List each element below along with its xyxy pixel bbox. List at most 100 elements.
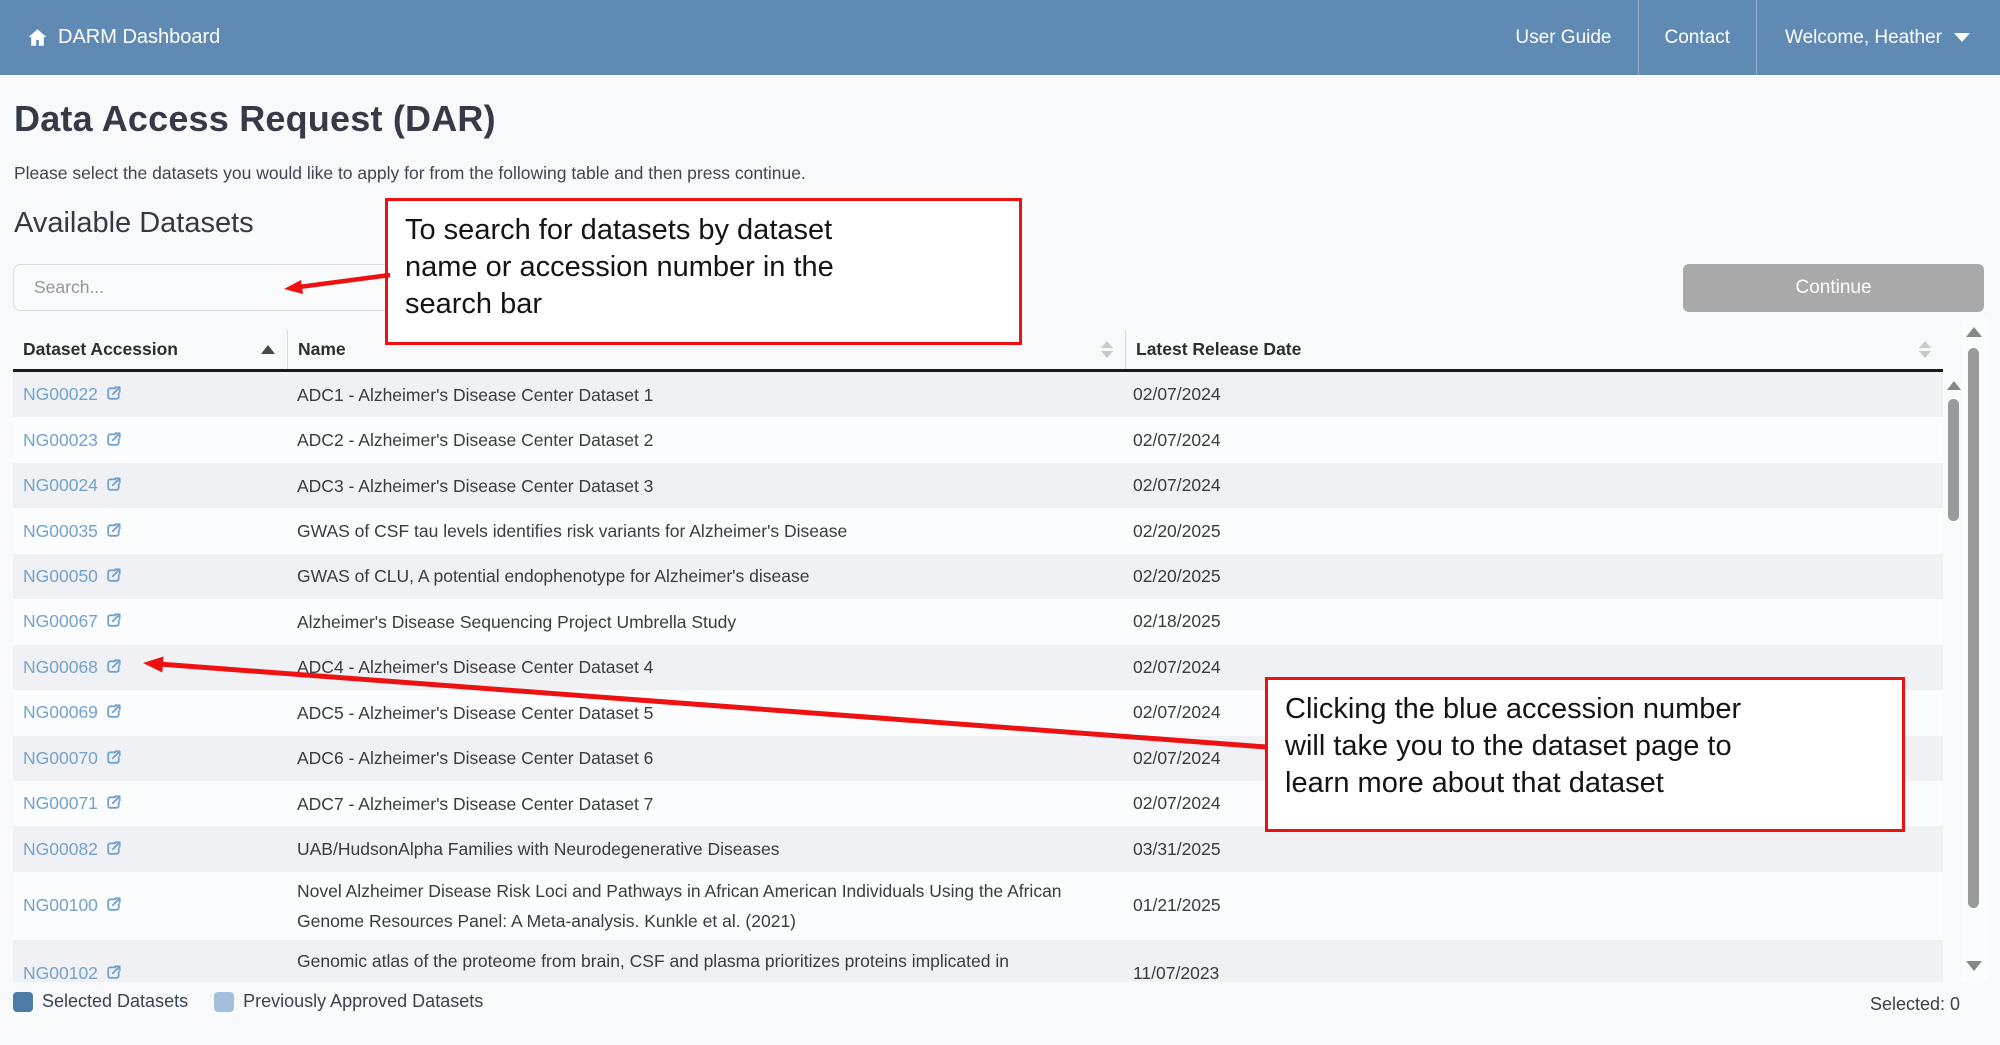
accession-label: NG00024 [23, 475, 98, 496]
dataset-name: ADC6 - Alzheimer's Disease Center Datase… [287, 743, 1125, 773]
table-scroll-up-icon[interactable] [1947, 381, 1961, 390]
selected-count: Selected: 0 [1870, 994, 1960, 1015]
accession-label: NG00023 [23, 430, 98, 451]
accession-link[interactable]: NG00050 [23, 566, 122, 587]
annotation-line: name or accession number in the [405, 249, 1002, 286]
sort-icon [1101, 341, 1113, 358]
external-link-icon [105, 840, 122, 857]
top-navbar: DARM Dashboard User Guide Contact Welcom… [0, 0, 2000, 75]
accession-link[interactable]: NG00024 [23, 475, 122, 496]
external-link-icon [105, 385, 122, 402]
external-link-icon [105, 567, 122, 584]
accession-link[interactable]: NG00100 [23, 895, 122, 916]
release-date: 02/07/2024 [1125, 657, 1943, 678]
release-date: 11/07/2023 [1125, 963, 1943, 982]
accession-label: NG00100 [23, 895, 98, 916]
external-link-icon [105, 703, 122, 720]
accession-label: NG00082 [23, 839, 98, 860]
annotation-line: search bar [405, 286, 1002, 323]
legend-label: Selected Datasets [42, 991, 188, 1012]
annotation-line: Clicking the blue accession number [1285, 691, 1885, 728]
accession-link[interactable]: NG00068 [23, 657, 122, 678]
page-title: Data Access Request (DAR) [14, 98, 496, 140]
column-label: Name [298, 339, 346, 360]
dataset-name: ADC4 - Alzheimer's Disease Center Datase… [287, 652, 1125, 682]
dataset-name: ADC1 - Alzheimer's Disease Center Datase… [287, 380, 1125, 410]
page-subtitle: Please select the datasets you would lik… [14, 163, 806, 184]
release-date: 01/21/2025 [1125, 895, 1943, 916]
dataset-name: Genomic atlas of the proteome from brain… [287, 940, 1125, 976]
navbar-links: User Guide Contact Welcome, Heather [1489, 0, 2000, 75]
accession-label: NG00022 [23, 384, 98, 405]
external-link-icon [105, 896, 122, 913]
accession-link[interactable]: NG00071 [23, 793, 122, 814]
annotation-box-accession-help: Clicking the blue accession number will … [1265, 677, 1905, 832]
brand-home-link[interactable]: DARM Dashboard [0, 26, 220, 49]
external-link-icon [105, 612, 122, 629]
legend-label: Previously Approved Datasets [243, 991, 483, 1012]
column-label: Latest Release Date [1136, 339, 1301, 360]
table-row[interactable]: NG00100 Novel Alzheimer Disease Risk Loc… [13, 872, 1943, 940]
accession-label: NG00069 [23, 702, 98, 723]
annotation-line: will take you to the dataset page to [1285, 728, 1885, 765]
table-row[interactable]: NG00024 ADC3 - Alzheimer's Disease Cente… [13, 463, 1943, 508]
accession-link[interactable]: NG00022 [23, 384, 122, 405]
external-link-icon [105, 431, 122, 448]
brand-label: DARM Dashboard [58, 26, 220, 49]
accession-link[interactable]: NG00067 [23, 611, 122, 632]
release-date: 02/20/2025 [1125, 521, 1943, 542]
external-link-icon [105, 658, 122, 675]
dataset-name: Alzheimer's Disease Sequencing Project U… [287, 607, 1125, 637]
release-date: 02/07/2024 [1125, 384, 1943, 405]
dataset-name: ADC3 - Alzheimer's Disease Center Datase… [287, 471, 1125, 501]
home-icon [27, 27, 48, 48]
table-row[interactable]: NG00050 GWAS of CLU, A potential endophe… [13, 554, 1943, 599]
accession-label: NG00070 [23, 748, 98, 769]
external-link-icon [105, 522, 122, 539]
nav-link-contact[interactable]: Contact [1639, 0, 1756, 75]
accession-label: NG00068 [23, 657, 98, 678]
accession-label: NG00067 [23, 611, 98, 632]
dataset-name: ADC2 - Alzheimer's Disease Center Datase… [287, 425, 1125, 455]
legend-item-previously-approved: Previously Approved Datasets [214, 991, 483, 1012]
table-row[interactable]: NG00067 Alzheimer's Disease Sequencing P… [13, 599, 1943, 644]
accession-link[interactable]: NG00035 [23, 521, 122, 542]
accession-link[interactable]: NG00102 [23, 963, 122, 982]
selected-datasets-swatch [13, 992, 33, 1012]
accession-link[interactable]: NG00070 [23, 748, 122, 769]
accession-label: NG00050 [23, 566, 98, 587]
annotation-box-search-help: To search for datasets by dataset name o… [385, 198, 1022, 345]
continue-button[interactable]: Continue [1683, 264, 1984, 312]
accession-link[interactable]: NG00082 [23, 839, 122, 860]
section-title: Available Datasets [14, 207, 254, 240]
column-header-dataset-accession[interactable]: Dataset Accession [13, 330, 287, 369]
scrollbar-thumb[interactable] [1968, 348, 1979, 908]
nav-link-user-guide[interactable]: User Guide [1489, 0, 1637, 75]
user-menu-label: Welcome, Heather [1785, 27, 1942, 49]
column-header-latest-release-date[interactable]: Latest Release Date [1125, 330, 1943, 369]
legend-bar: Selected Datasets Previously Approved Da… [13, 991, 483, 1012]
dataset-name: ADC7 - Alzheimer's Disease Center Datase… [287, 789, 1125, 819]
legend-item-selected: Selected Datasets [13, 991, 188, 1012]
table-row[interactable]: NG00102 Genomic atlas of the proteome fr… [13, 940, 1943, 982]
column-label: Dataset Accession [23, 339, 178, 360]
chevron-down-icon [1954, 33, 1970, 42]
table-row[interactable]: NG00022 ADC1 - Alzheimer's Disease Cente… [13, 372, 1943, 417]
external-link-icon [105, 964, 122, 981]
table-row[interactable]: NG00082 UAB/HudsonAlpha Families with Ne… [13, 826, 1943, 871]
release-date: 02/20/2025 [1125, 566, 1943, 587]
table-scrollbar-thumb[interactable] [1948, 399, 1959, 521]
release-date: 02/07/2024 [1125, 430, 1943, 451]
release-date: 03/31/2025 [1125, 839, 1943, 860]
accession-link[interactable]: NG00023 [23, 430, 122, 451]
previously-approved-swatch [214, 992, 234, 1012]
table-row[interactable]: NG00035 GWAS of CSF tau levels identifie… [13, 508, 1943, 553]
accession-link[interactable]: NG00069 [23, 702, 122, 723]
table-row[interactable]: NG00023 ADC2 - Alzheimer's Disease Cente… [13, 417, 1943, 462]
user-menu[interactable]: Welcome, Heather [1757, 0, 2000, 75]
scroll-up-icon[interactable] [1966, 327, 1982, 337]
scroll-down-icon[interactable] [1966, 961, 1982, 971]
accession-label: NG00071 [23, 793, 98, 814]
datasets-table: Dataset Accession Name Latest Release Da… [13, 330, 1943, 982]
release-date: 02/18/2025 [1125, 611, 1943, 632]
